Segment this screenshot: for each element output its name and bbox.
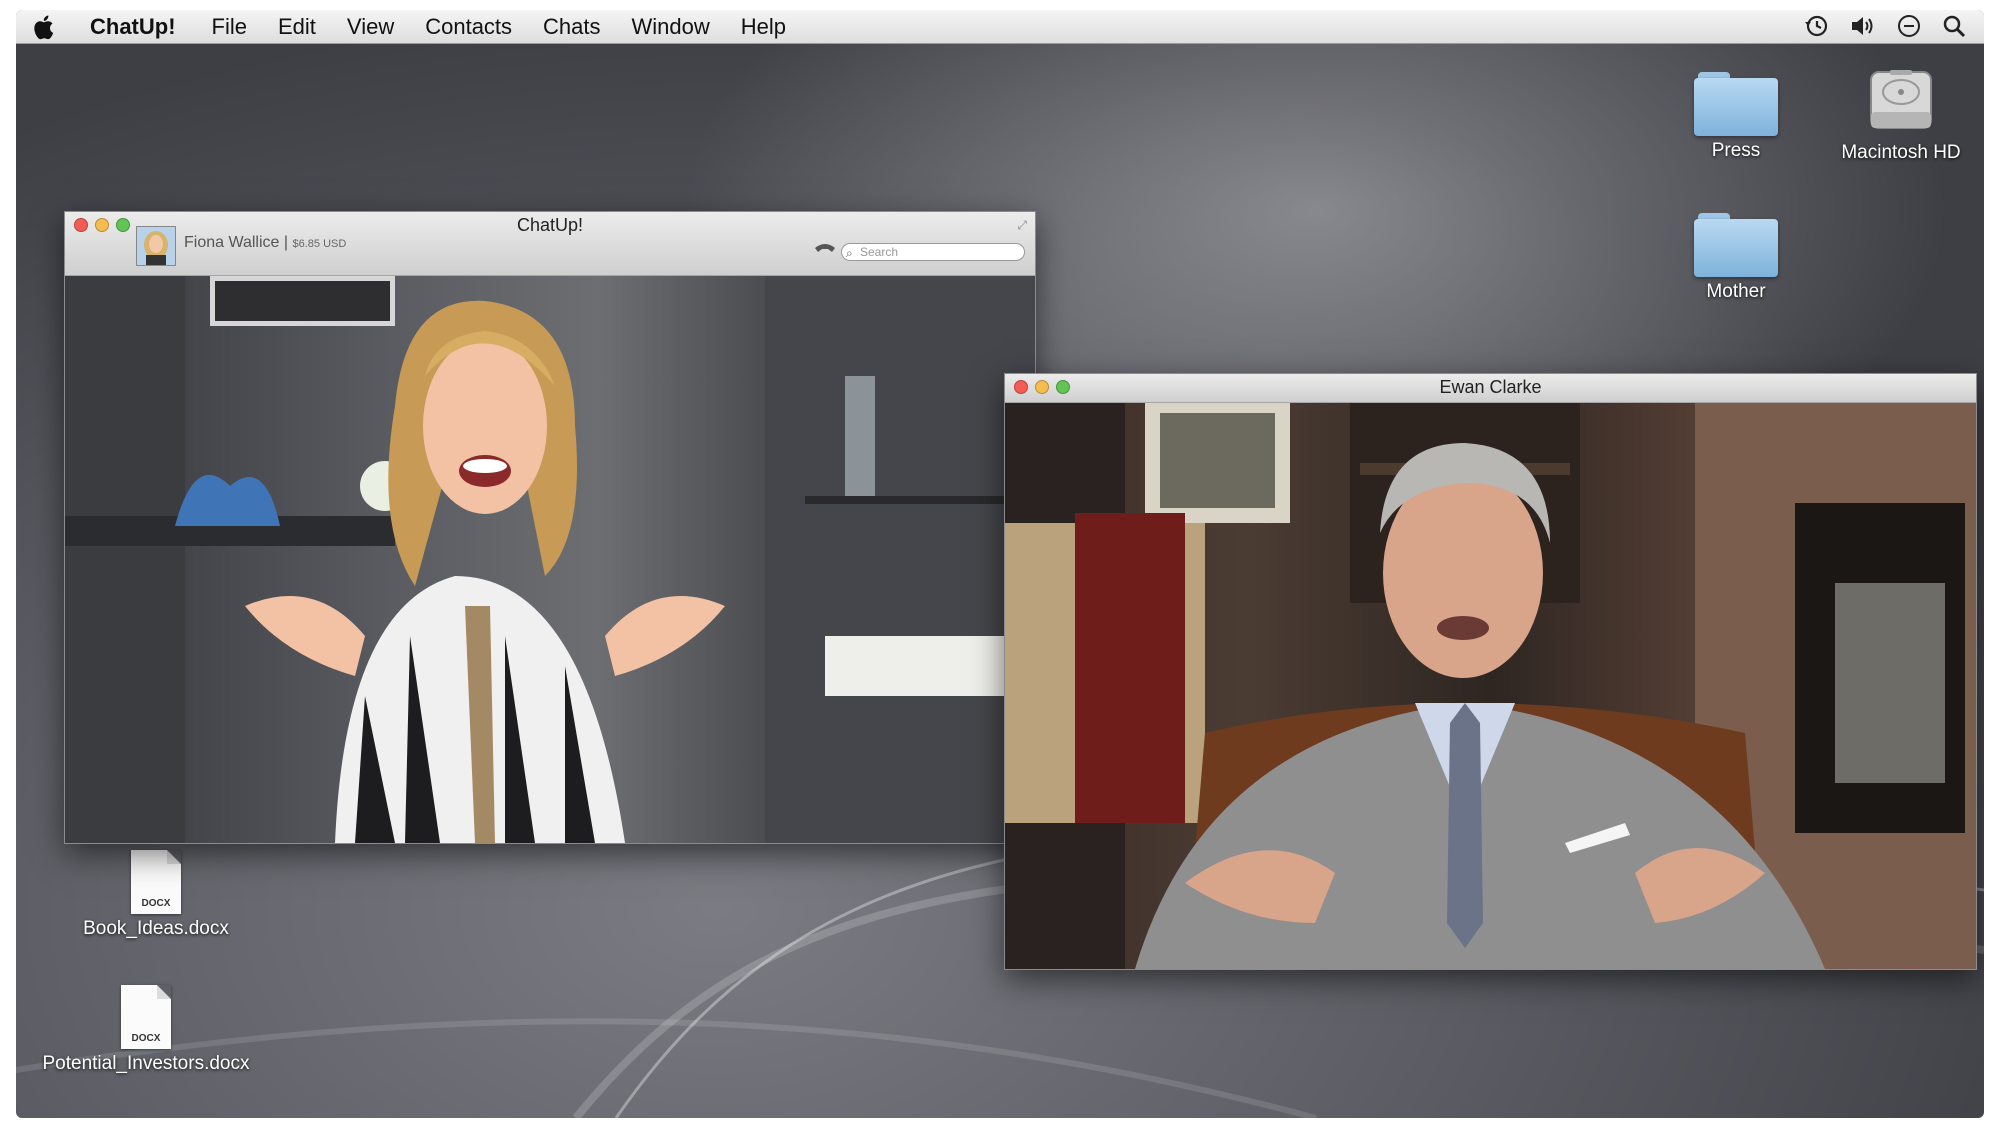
search-placeholder: Search xyxy=(860,245,899,259)
desktop-folder-press[interactable]: Press xyxy=(1676,72,1796,162)
folder-icon xyxy=(1694,213,1778,277)
sync-icon[interactable] xyxy=(1894,12,1924,40)
desktop-icon-label: Press xyxy=(1711,140,1761,161)
desktop-icon-label: Book_Ideas.docx xyxy=(83,918,229,939)
menu-contacts[interactable]: Contacts xyxy=(425,14,512,40)
phone-icon[interactable] xyxy=(813,242,837,260)
desktop-file-potential-investors[interactable]: DOCX Potential_Investors.docx xyxy=(26,985,266,1075)
desktop-file-book-ideas[interactable]: DOCX Book_Ideas.docx xyxy=(56,850,256,940)
menu-window[interactable]: Window xyxy=(632,14,710,40)
fullscreen-icon[interactable]: ⤢ xyxy=(1017,218,1027,233)
search-icon: ⌕ xyxy=(846,246,853,260)
time-machine-icon[interactable] xyxy=(1802,12,1832,40)
desktop-icon-label: Mother xyxy=(1706,281,1766,302)
desktop-drive-macintosh-hd[interactable]: Macintosh HD xyxy=(1821,66,1981,164)
account-balance: $6.85 USD xyxy=(292,238,347,250)
desktop-icon-label: Potential_Investors.docx xyxy=(42,1053,250,1074)
window-titlebar[interactable]: ChatUp! ⤢ Fiona Wallice | $6.85 USD ⌕ Se… xyxy=(65,212,1035,276)
menu-edit[interactable]: Edit xyxy=(278,14,316,40)
contact-name[interactable]: Fiona Wallice xyxy=(184,234,279,251)
menu-help[interactable]: Help xyxy=(741,14,786,40)
hard-drive-icon xyxy=(1870,70,1932,129)
spotlight-search-icon[interactable] xyxy=(1940,12,1970,40)
contact-info: Fiona Wallice | $6.85 USD xyxy=(184,234,346,252)
folder-icon xyxy=(1694,72,1778,136)
docx-file-icon: DOCX xyxy=(131,850,181,914)
video-call-window: Ewan Clarke xyxy=(1004,373,1977,970)
apple-menu-icon[interactable] xyxy=(30,12,60,42)
chatup-window: ChatUp! ⤢ Fiona Wallice | $6.85 USD ⌕ Se… xyxy=(64,211,1036,844)
contact-separator: | xyxy=(283,234,289,251)
volume-icon[interactable] xyxy=(1848,12,1878,40)
menu-file[interactable]: File xyxy=(212,14,247,40)
video-frame-woman xyxy=(65,276,1035,843)
app-menu-chatup[interactable]: ChatUp! xyxy=(90,14,176,40)
desktop-folder-mother[interactable]: Mother xyxy=(1676,213,1796,303)
contact-avatar[interactable] xyxy=(136,226,176,266)
menu-extras xyxy=(1802,12,1970,40)
menu-chats[interactable]: Chats xyxy=(543,14,600,40)
video-feed-fiona xyxy=(65,276,1035,843)
video-feed-ewan xyxy=(1005,403,1976,969)
window-titlebar[interactable]: Ewan Clarke xyxy=(1005,374,1976,403)
window-title: ChatUp! xyxy=(516,215,584,235)
docx-file-icon: DOCX xyxy=(121,985,171,1049)
desktop-icon-label: Macintosh HD xyxy=(1841,142,1961,163)
desktop: ChatUp! File Edit View Contacts Chats Wi… xyxy=(16,10,1984,1118)
video-frame-man xyxy=(1005,403,1976,969)
window-title: Ewan Clarke xyxy=(1439,377,1542,397)
menu-bar: ChatUp! File Edit View Contacts Chats Wi… xyxy=(16,10,1984,44)
menu-view[interactable]: View xyxy=(347,14,394,40)
search-input[interactable]: ⌕ Search xyxy=(841,243,1025,261)
